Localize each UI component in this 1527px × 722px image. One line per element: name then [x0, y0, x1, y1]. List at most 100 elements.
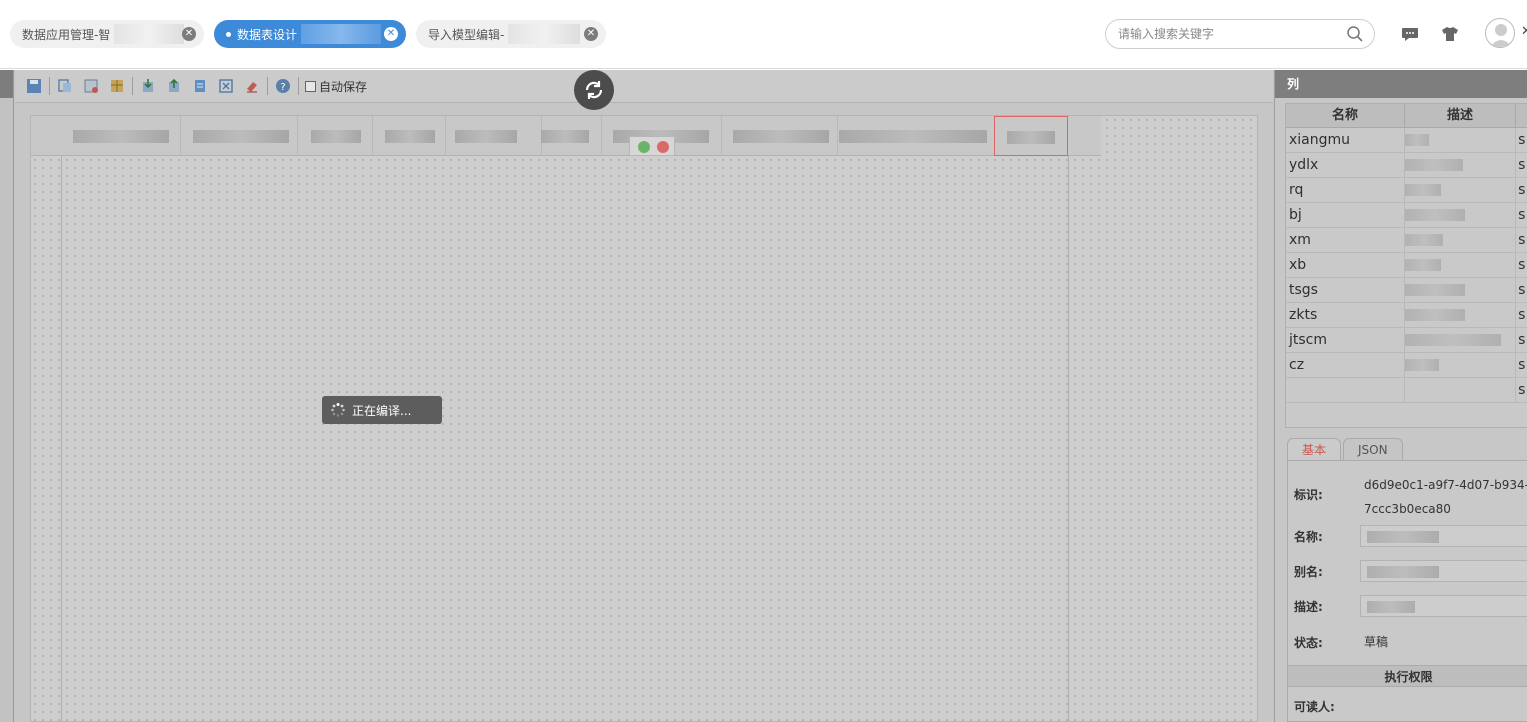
table-row[interactable]: ydlx s [1286, 153, 1527, 178]
header-description[interactable]: 描述 [1405, 104, 1517, 128]
table-row[interactable]: jtscm s [1286, 328, 1527, 353]
column-header[interactable] [73, 130, 169, 143]
confirm-icon[interactable] [638, 141, 650, 153]
section-execute-permission: 执行权限 [1288, 665, 1527, 687]
column-type: s [1518, 182, 1526, 198]
selected-column[interactable] [994, 116, 1068, 156]
description-input[interactable] [1359, 595, 1527, 617]
prop-name: 名称: [1288, 523, 1527, 549]
column-divider [297, 116, 298, 156]
table-row[interactable]: bj s [1286, 203, 1527, 228]
header-name[interactable]: 名称 [1286, 104, 1405, 128]
alias-input[interactable] [1359, 560, 1527, 582]
remove-icon[interactable] [657, 141, 669, 153]
prop-description: 描述: [1288, 593, 1527, 619]
table-row[interactable]: xm s [1286, 228, 1527, 253]
mini-toolbar [629, 136, 675, 156]
column-name: xb [1286, 253, 1405, 277]
left-panel [0, 70, 14, 722]
search-input[interactable] [1118, 20, 1338, 48]
column-description [1405, 153, 1517, 177]
table-row[interactable]: cz s [1286, 353, 1527, 378]
help-icon[interactable]: ? [273, 76, 293, 96]
column-header[interactable] [193, 130, 289, 143]
tab-json[interactable]: JSON [1343, 438, 1403, 460]
column-divider [445, 116, 446, 156]
column-divider [601, 116, 602, 156]
tab-import-model-edit[interactable]: 导入模型编辑- ✕ [416, 20, 606, 48]
close-icon[interactable]: ✕ [384, 27, 398, 41]
column-type: s [1518, 207, 1526, 223]
refresh-button[interactable] [574, 70, 614, 110]
column-type: s [1518, 282, 1526, 298]
table-row[interactable]: zkts s [1286, 303, 1527, 328]
table-row[interactable]: tsgs s [1286, 278, 1527, 303]
column-description [1405, 353, 1517, 377]
column-name: bj [1286, 203, 1405, 227]
column-name: tsgs [1286, 278, 1405, 302]
table-delete-icon[interactable] [81, 76, 101, 96]
message-icon[interactable] [1400, 24, 1420, 44]
tab-table-design[interactable]: 数据表设计 ✕ [214, 20, 406, 48]
column-description [1405, 253, 1517, 277]
column-name: xm [1286, 228, 1405, 252]
column-description [1405, 203, 1517, 227]
toolbar-separator [298, 77, 299, 95]
search-icon[interactable] [1346, 25, 1364, 43]
formula-icon[interactable] [216, 76, 236, 96]
loading-indicator: 正在编译... [322, 396, 442, 424]
top-bar: 数据应用管理-智 ✕ 数据表设计 ✕ 导入模型编辑- ✕ ✕ [0, 0, 1527, 69]
column-description [1405, 303, 1517, 327]
prop-label: 别名: [1294, 564, 1323, 579]
close-icon[interactable]: ✕ [182, 27, 196, 41]
column-description [1405, 378, 1517, 402]
column-type: s [1518, 357, 1526, 373]
user-icon [1490, 24, 1512, 47]
loading-text: 正在编译... [352, 403, 412, 418]
right-panel: 列 名称 描述 xiangmu s ydlx s rq s bj s xm s xb s t… [1274, 70, 1527, 722]
shirt-icon[interactable] [1440, 24, 1460, 44]
column-header[interactable] [385, 130, 435, 143]
column-header[interactable] [311, 130, 361, 143]
close-icon[interactable]: ✕ [584, 27, 598, 41]
column-type: s [1518, 232, 1526, 248]
eraser-icon[interactable] [242, 76, 262, 96]
table-row[interactable]: s [1286, 378, 1527, 403]
column-type: s [1518, 332, 1526, 348]
columns-table-header: 名称 描述 [1286, 104, 1527, 128]
properties-panel: 标识: d6d9e0c1-a9f7-4d07-b934- 7ccc3b0eca8… [1287, 460, 1527, 722]
table-row[interactable]: xb s [1286, 253, 1527, 278]
autosave-checkbox[interactable]: 自动保存 [305, 78, 367, 95]
document-icon[interactable] [190, 76, 210, 96]
column-header[interactable] [733, 130, 829, 143]
avatar[interactable] [1485, 18, 1515, 48]
tab-data-app-management[interactable]: 数据应用管理-智 ✕ [10, 20, 204, 48]
prop-readers: 可读人: [1288, 693, 1527, 719]
export-icon[interactable] [164, 76, 184, 96]
search-box[interactable] [1105, 19, 1375, 49]
name-input[interactable] [1359, 525, 1527, 547]
design-canvas[interactable] [30, 115, 1258, 722]
column-type: s [1518, 157, 1526, 173]
table-grid-icon[interactable] [107, 76, 127, 96]
tab-basic[interactable]: 基本 [1287, 438, 1342, 460]
column-header[interactable] [541, 130, 589, 143]
column-header[interactable] [455, 130, 517, 143]
copy-icon[interactable] [55, 76, 75, 96]
designer-toolbar: ? 自动保存 [15, 70, 1273, 103]
table-row[interactable]: xiangmu s [1286, 128, 1527, 153]
prop-id-value-line1: d6d9e0c1-a9f7-4d07-b934- [1364, 478, 1527, 492]
column-name: ydlx [1286, 153, 1405, 177]
prop-id-value-line2: 7ccc3b0eca80 [1364, 502, 1451, 516]
column-header[interactable] [839, 130, 987, 143]
table-row[interactable]: rq s [1286, 178, 1527, 203]
checkbox-box[interactable] [305, 80, 316, 92]
tab-label: 数据表设计 [237, 27, 298, 42]
header-extra [1516, 104, 1527, 128]
redacted-text [114, 24, 185, 44]
import-icon[interactable] [138, 76, 158, 96]
save-icon[interactable] [24, 76, 44, 96]
prop-alias: 别名: [1288, 558, 1527, 584]
more-icon[interactable]: ✕ [1521, 24, 1527, 39]
columns-panel-title: 列 [1275, 70, 1527, 98]
